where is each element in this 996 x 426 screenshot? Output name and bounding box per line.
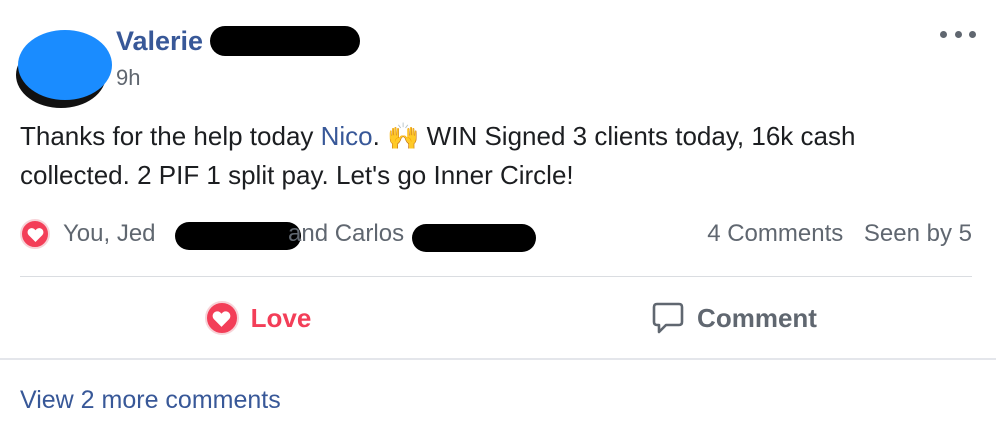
redacted-name-carlos [412,224,536,252]
comments-count[interactable]: 4 Comments [707,220,843,247]
more-options-button[interactable] [940,20,976,48]
view-more-comments-link[interactable]: View 2 more comments [20,384,281,416]
post-timestamp[interactable]: 9h [116,64,140,92]
more-icon-dot [954,30,962,38]
redacted-author-surname [210,26,360,56]
love-button-label: Love [250,302,312,333]
love-button[interactable]: Love [20,277,496,359]
post-stats: 4 Comments Seen by 5 [707,219,972,249]
author-name[interactable]: Valerie [116,24,203,58]
feed-post: Valerie 9h Thanks for the help today Nic… [0,0,996,426]
mention-link[interactable]: Nico [321,121,373,151]
more-horizontal-icon [940,30,947,38]
seen-by-count: Seen by 5 [863,220,972,247]
comment-button-label: Comment [697,302,817,333]
love-reaction-icon [20,219,50,249]
divider [0,358,996,360]
comment-icon [652,302,684,334]
post-body: Thanks for the help today Nico. 🙌 WIN Si… [20,117,970,195]
reactions-names-you-jed: You, Jed [63,220,156,247]
comment-button[interactable]: Comment [496,277,972,359]
more-icon-dot [969,30,976,38]
reactions-names-carlos: and Carlos [288,220,405,247]
love-icon [204,301,239,335]
author-avatar[interactable] [18,30,112,100]
post-text-start: Thanks for the help today [20,121,321,151]
post-actions: Love Comment [0,277,996,359]
redacted-name-jed [175,222,301,250]
reactions-bar: You, Jed and Carlos 4 Comments Seen by 5 [20,216,972,252]
